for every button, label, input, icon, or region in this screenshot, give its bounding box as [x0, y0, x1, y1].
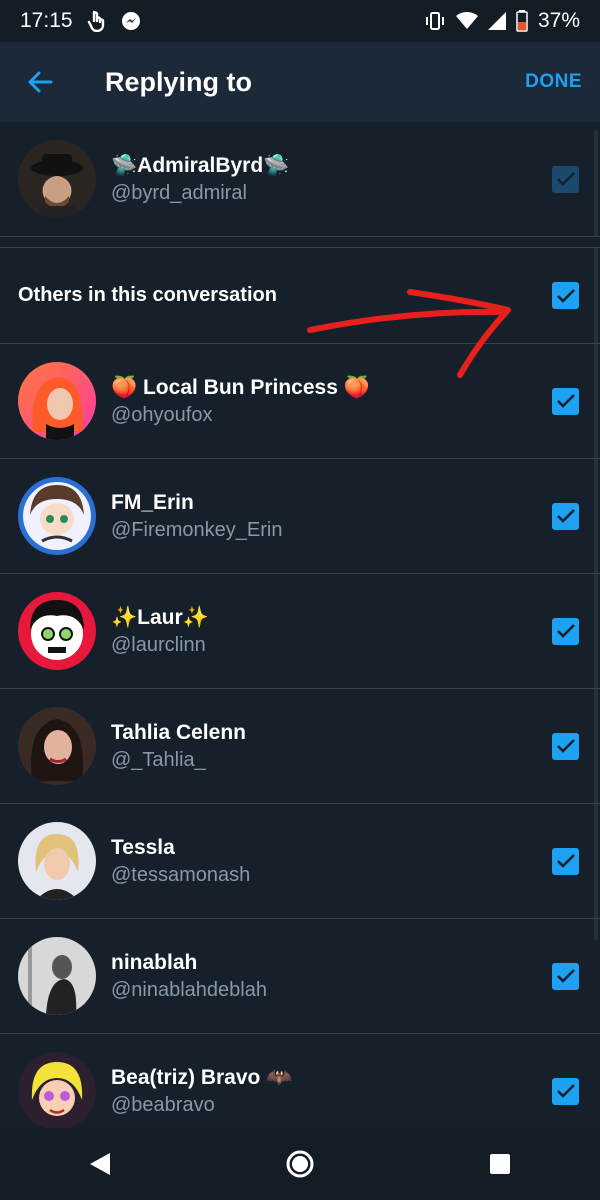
- user-checkbox[interactable]: [552, 1077, 579, 1105]
- recents-square-icon: [490, 1154, 510, 1174]
- avatar: [18, 362, 96, 440]
- avatar: [18, 1052, 96, 1130]
- user-checkbox[interactable]: [552, 847, 579, 875]
- list-item[interactable]: FM_Erin @Firemonkey_Erin: [0, 459, 600, 574]
- wifi-icon: [455, 12, 478, 30]
- vibrate-icon: [424, 11, 446, 31]
- page-title: Replying to: [105, 66, 252, 97]
- back-triangle-icon: [90, 1153, 110, 1175]
- hand-icon: [87, 10, 107, 32]
- back-button[interactable]: [0, 42, 80, 122]
- avatar: [18, 477, 96, 555]
- user-checkbox[interactable]: [552, 502, 579, 530]
- check-icon: [556, 394, 575, 408]
- user-checkbox[interactable]: [552, 732, 579, 760]
- avatar: [18, 707, 96, 785]
- user-name: FM_Erin: [111, 490, 194, 514]
- avatar: [18, 822, 96, 900]
- user-checkbox[interactable]: [552, 387, 579, 415]
- user-checkbox[interactable]: [552, 617, 579, 645]
- list-item[interactable]: Tahlia Celenn @_Tahlia_: [0, 689, 600, 804]
- user-name: 🛸AdmiralByrd🛸: [111, 153, 290, 177]
- check-icon: [556, 1084, 575, 1098]
- user-handle: @ninablahdeblah: [111, 978, 267, 1001]
- battery-percent: 37%: [537, 9, 580, 32]
- avatar: [18, 937, 96, 1015]
- check-icon: [556, 288, 575, 303]
- user-name: Tahlia Celenn: [111, 720, 246, 744]
- avatar: [18, 140, 96, 218]
- system-nav-bar: [0, 1128, 600, 1200]
- user-name: Bea(triz) Bravo 🦇: [111, 1065, 293, 1089]
- status-time: 17:15: [20, 9, 73, 32]
- user-handle: @byrd_admiral: [111, 181, 247, 204]
- list-item[interactable]: Tessla @tessamonash: [0, 804, 600, 919]
- system-home-button[interactable]: [270, 1134, 330, 1194]
- arrow-left-icon: [28, 71, 53, 93]
- system-back-button[interactable]: [70, 1134, 130, 1194]
- check-icon: [556, 969, 575, 983]
- user-name: 🍑 Local Bun Princess 🍑: [111, 375, 370, 399]
- reply-recipients-list: 🛸AdmiralByrd🛸 @byrd_admiral Others in th…: [0, 122, 600, 1149]
- user-checkbox[interactable]: [552, 962, 579, 990]
- user-handle: @_Tahlia_: [111, 748, 206, 771]
- status-bar: 17:15 37%: [0, 0, 600, 42]
- user-handle: @tessamonash: [111, 863, 251, 886]
- user-handle: @laurclinn: [111, 633, 206, 656]
- user-name: ✨Laur✨: [111, 605, 209, 629]
- done-button[interactable]: DONE: [525, 71, 582, 93]
- primary-user-row[interactable]: 🛸AdmiralByrd🛸 @byrd_admiral: [0, 122, 600, 236]
- check-icon: [556, 624, 575, 638]
- check-icon: [556, 172, 575, 186]
- signal-icon: [487, 12, 506, 30]
- user-handle: @Firemonkey_Erin: [111, 518, 283, 541]
- check-icon: [556, 509, 575, 523]
- user-name: Tessla: [111, 835, 175, 859]
- check-icon: [556, 739, 575, 753]
- list-item[interactable]: ✨Laur✨ @laurclinn: [0, 574, 600, 689]
- others-section-row[interactable]: Others in this conversation: [0, 248, 600, 344]
- system-recents-button[interactable]: [470, 1134, 530, 1194]
- primary-user-checkbox[interactable]: [552, 165, 579, 193]
- user-handle: @ohyoufox: [111, 403, 213, 426]
- avatar: [18, 592, 96, 670]
- section-divider: [0, 236, 600, 248]
- user-name: ninablah: [111, 950, 198, 974]
- user-handle: @beabravo: [111, 1093, 215, 1116]
- app-bar: Replying to DONE: [0, 42, 600, 122]
- check-icon: [556, 854, 575, 868]
- section-label: Others in this conversation: [18, 284, 277, 306]
- battery-icon: [516, 10, 528, 32]
- select-all-checkbox[interactable]: [552, 282, 579, 309]
- home-circle-icon: [286, 1150, 314, 1178]
- list-item[interactable]: 🍑 Local Bun Princess 🍑 @ohyoufox: [0, 344, 600, 459]
- messenger-icon: [121, 11, 141, 31]
- list-item[interactable]: ninablah @ninablahdeblah: [0, 919, 600, 1034]
